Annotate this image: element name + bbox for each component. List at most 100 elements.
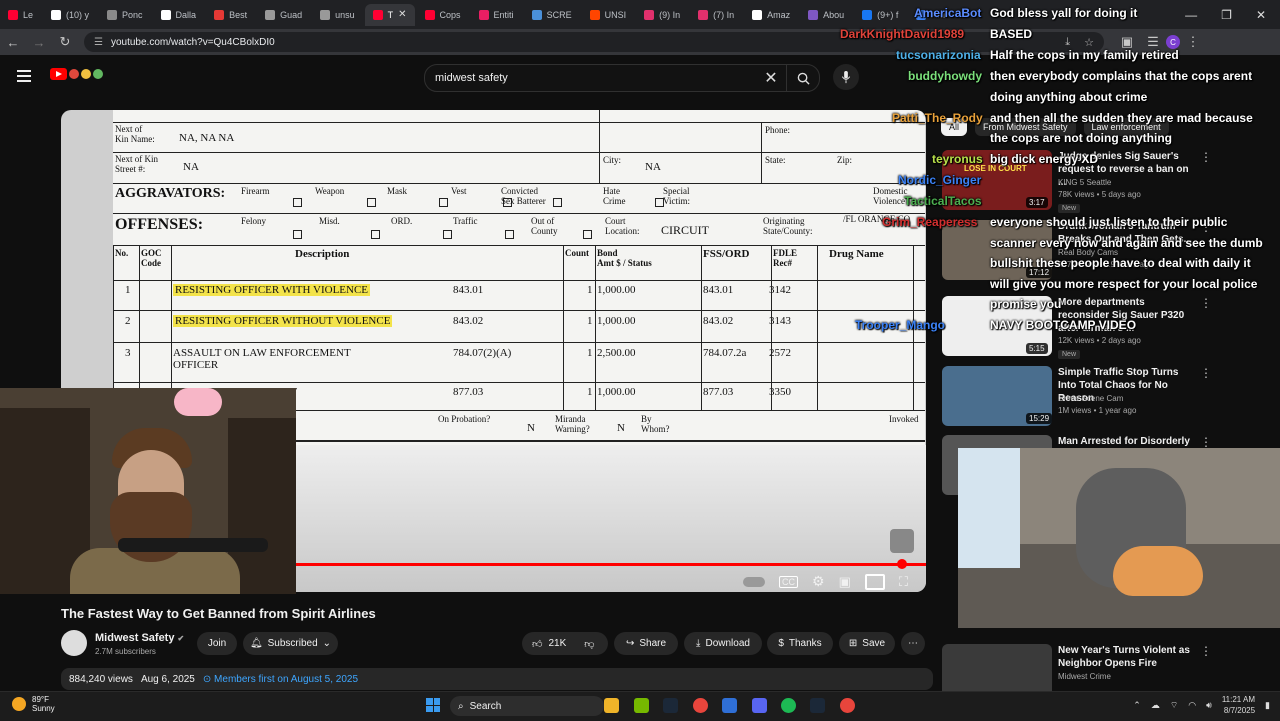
charge-count: 1 xyxy=(587,315,593,327)
channel-avatar[interactable] xyxy=(61,630,87,656)
clock[interactable]: 11:21 AM 8/7/2025 xyxy=(1222,694,1255,716)
browser-tab[interactable]: unsu xyxy=(312,4,363,26)
browser-tab[interactable]: Ponc xyxy=(99,4,151,26)
download-button[interactable]: ⤓ Download xyxy=(684,632,762,655)
chat-message: bullshit these people have to deal with … xyxy=(990,256,1251,270)
more-options-icon[interactable]: ⋮ xyxy=(1200,150,1212,164)
channel-name[interactable]: Midwest Safety ✔ xyxy=(95,632,184,644)
like-button[interactable]: 👍︎ 21K 👎︎ xyxy=(522,632,608,655)
weather-widget[interactable]: 89°F Sunny xyxy=(12,695,55,713)
forward-icon[interactable]: → xyxy=(26,35,52,50)
more-options-icon[interactable]: ⋮ xyxy=(1200,366,1212,380)
video-title: The Fastest Way to Get Banned from Spiri… xyxy=(61,606,376,621)
cloud-icon[interactable]: ☁ xyxy=(1151,700,1160,711)
voice-search-button[interactable] xyxy=(833,64,859,90)
save-button[interactable]: ⊞ Save xyxy=(839,632,895,655)
reload-icon[interactable]: ↻ xyxy=(52,34,78,50)
back-icon[interactable]: ← xyxy=(0,35,26,50)
browser-tab[interactable]: Entiti xyxy=(471,4,522,26)
steam-icon[interactable] xyxy=(810,698,825,713)
nvidia-icon[interactable] xyxy=(634,698,649,713)
maximize-icon[interactable]: ❐ xyxy=(1221,8,1232,22)
clear-search-icon[interactable]: ✕ xyxy=(756,68,786,88)
browser-tab[interactable]: (9+) f xyxy=(854,4,906,26)
next-of-kin-name-label: Next of Kin Name: xyxy=(115,124,155,144)
progress-bar[interactable] xyxy=(296,563,926,566)
network-icon[interactable]: ⌔ xyxy=(1170,700,1178,711)
steam-icon[interactable] xyxy=(663,698,678,713)
close-icon[interactable]: ✕ xyxy=(1256,8,1266,22)
bookmark-star-icon[interactable]: ☆ xyxy=(1084,36,1094,49)
chrome-icon[interactable] xyxy=(693,698,708,713)
browser-menu-icon[interactable]: ⋮ xyxy=(1180,34,1206,50)
chrome-icon[interactable] xyxy=(840,698,855,713)
more-actions-icon[interactable]: ⋯ xyxy=(901,632,925,655)
browser-tab[interactable]: Best xyxy=(206,4,255,26)
close-tab-icon[interactable]: ✕ xyxy=(398,9,406,20)
theater-mode-icon[interactable] xyxy=(864,573,885,590)
miranda-label: Miranda Warning? xyxy=(555,414,590,434)
hamburger-menu-icon[interactable] xyxy=(17,70,31,85)
statute-number: 877.03 xyxy=(453,386,484,398)
site-info-icon[interactable]: ☰ xyxy=(94,37,103,48)
minimize-icon[interactable]: — xyxy=(1185,8,1197,22)
chat-username: DarkKnightDavid1989 xyxy=(840,27,965,41)
discord-icon[interactable] xyxy=(752,698,767,713)
tab-favicon-icon xyxy=(808,9,819,20)
scrubber-handle[interactable] xyxy=(897,559,907,569)
table-divider xyxy=(171,245,172,410)
chevron-up-icon[interactable]: ⌃ xyxy=(1133,700,1141,711)
browser-tab[interactable]: UNSI xyxy=(582,4,635,26)
taskbar-search[interactable]: ⌕ Search xyxy=(450,696,604,716)
search-box[interactable]: midwest safety ✕ xyxy=(424,64,820,92)
browser-tab[interactable]: Amaz xyxy=(744,4,798,26)
captions-icon[interactable]: CC xyxy=(779,575,799,588)
browser-tab[interactable]: Guad xyxy=(257,4,310,26)
browser-tab[interactable]: Dalla xyxy=(153,4,205,26)
profile-avatar[interactable]: C xyxy=(1166,35,1180,49)
wifi-icon[interactable]: ◠ xyxy=(1188,700,1196,711)
video-description-header[interactable]: 884,240 views Aug 6, 2025 ⊙ Members firs… xyxy=(61,668,933,690)
browser-tab[interactable]: Cops xyxy=(417,4,469,26)
volume-icon[interactable]: 🔊︎ xyxy=(1206,700,1212,711)
thanks-button[interactable]: $ Thanks xyxy=(767,632,833,655)
fullscreen-icon[interactable]: ⛶ xyxy=(899,574,908,590)
join-button[interactable]: Join xyxy=(197,632,237,655)
channel-watermark[interactable] xyxy=(890,529,914,553)
browser-tab[interactable]: SCRE xyxy=(524,4,580,26)
notification-icon[interactable]: ▮ xyxy=(1265,700,1270,711)
tab-label: (7) In xyxy=(713,9,735,20)
install-icon[interactable]: ⤓ xyxy=(1065,36,1070,49)
recommended-video[interactable]: 17:12 Drunk Woman's Tantrum Breaks Out an… xyxy=(942,220,1262,284)
browser-tab[interactable]: (7) In xyxy=(690,4,742,26)
youtube-play-icon xyxy=(50,68,67,80)
tab-favicon-icon xyxy=(698,9,709,20)
app-icon[interactable] xyxy=(722,698,737,713)
search-input[interactable]: midwest safety xyxy=(425,72,756,84)
settings-gear-icon[interactable]: ⚙ xyxy=(812,573,825,590)
more-options-icon[interactable]: ⋮ xyxy=(1200,644,1212,658)
tab-label: Cops xyxy=(439,9,461,20)
more-options-icon[interactable]: ⋮ xyxy=(1200,435,1212,449)
browser-tab[interactable]: (10) y xyxy=(43,4,97,26)
browser-tab[interactable]: (9) In xyxy=(636,4,688,26)
city-value: NA xyxy=(645,161,661,173)
browser-tab[interactable]: Abou xyxy=(800,4,852,26)
autoplay-toggle-icon[interactable] xyxy=(743,576,766,587)
file-explorer-icon[interactable] xyxy=(604,698,619,713)
browser-tab[interactable]: Le xyxy=(0,4,41,26)
search-button[interactable] xyxy=(786,65,819,91)
miniplayer-icon[interactable]: ▣ xyxy=(839,574,851,590)
more-options-icon[interactable]: ⋮ xyxy=(1200,296,1212,310)
subscribed-button[interactable]: 🔔︎ Subscribed ⌄ xyxy=(243,632,338,655)
thumbs-down-icon[interactable]: 👎︎ xyxy=(584,638,594,650)
share-button[interactable]: ↪ Share xyxy=(614,632,678,655)
windows-start-icon[interactable] xyxy=(426,698,440,712)
spotify-icon[interactable] xyxy=(781,698,796,713)
chat-message: promise you xyxy=(990,297,1062,311)
offense-checkbox xyxy=(293,230,302,239)
recommended-video[interactable]: 15:29 Simple Traffic Stop Turns Into Tota… xyxy=(942,366,1262,430)
chat-username: Nordic_Ginger xyxy=(898,173,982,187)
browser-tab[interactable]: T ✕ xyxy=(364,3,415,26)
youtube-logo[interactable] xyxy=(50,68,103,80)
